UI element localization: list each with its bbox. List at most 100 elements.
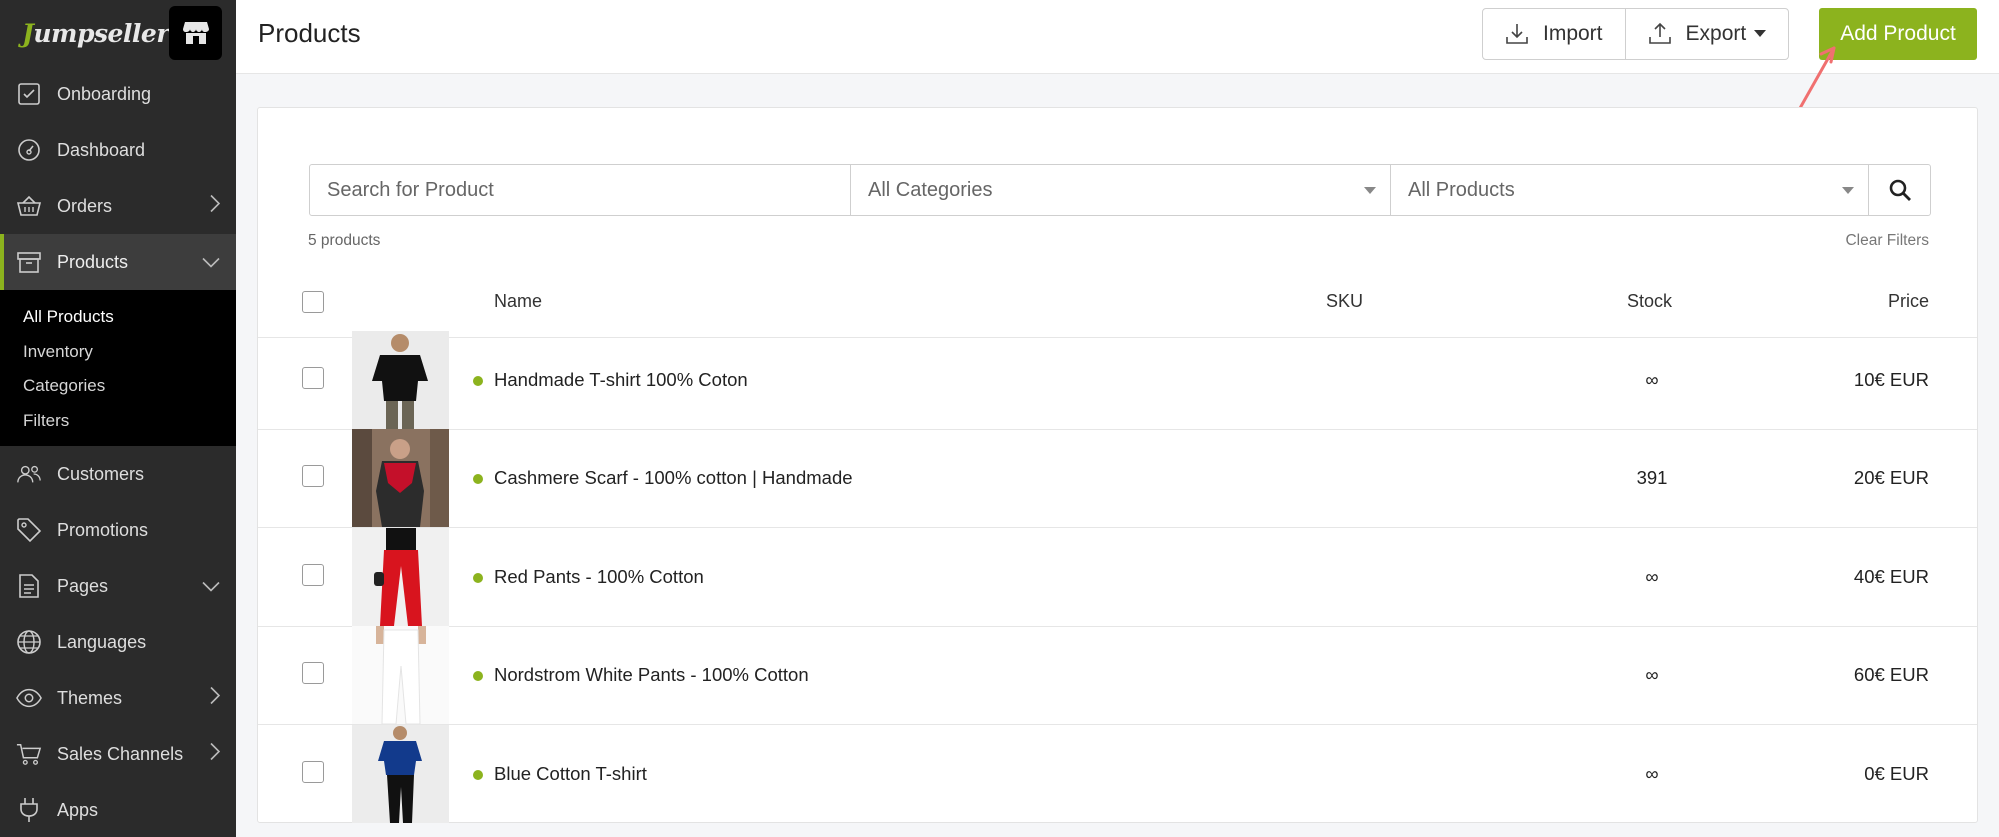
sidebar-item-orders[interactable]: Orders (0, 178, 236, 234)
filter-bar: Search for Product All Categories All Pr… (309, 164, 1931, 216)
users-icon (16, 461, 42, 487)
row-checkbox[interactable] (302, 367, 324, 389)
download-icon (1506, 24, 1528, 44)
row-checkbox[interactable] (302, 761, 324, 783)
add-product-button[interactable]: Add Product (1819, 8, 1977, 60)
sidebar-item-label: Apps (57, 799, 99, 820)
export-button[interactable]: Export (1624, 9, 1789, 59)
product-name[interactable]: Handmade T-shirt 100% Coton (494, 369, 748, 391)
product-name[interactable]: Nordstrom White Pants - 100% Cotton (494, 664, 809, 686)
cart-icon (16, 741, 42, 767)
clear-filters-link[interactable]: Clear Filters (1845, 232, 1929, 250)
product-name[interactable]: Cashmere Scarf - 100% cotton | Handmade (494, 467, 853, 489)
sidebar-item-dashboard[interactable]: Dashboard (0, 122, 236, 178)
sidebar-item-label: Languages (57, 631, 147, 652)
product-price: 60€ EUR (1853, 664, 1929, 685)
row-checkbox[interactable] (302, 662, 324, 684)
sidebar-item-sales-channels[interactable]: Sales Channels (0, 726, 236, 782)
product-thumbnail[interactable] (352, 725, 449, 823)
product-thumbnail[interactable] (352, 528, 449, 626)
basket-icon (16, 193, 42, 219)
store-icon (182, 22, 209, 44)
logo-text: umpseller (33, 18, 170, 48)
sidebar-item-apps[interactable]: Apps (0, 782, 236, 837)
product-thumbnail[interactable] (352, 626, 449, 724)
subnav-categories[interactable]: Categories (0, 369, 236, 404)
page-icon (16, 573, 42, 599)
export-label: Export (1685, 22, 1747, 45)
table-row[interactable]: Cashmere Scarf - 100% cotton | Handmade … (258, 429, 1977, 528)
subnav-all-products[interactable]: All Products (0, 300, 236, 335)
sidebar-item-label: Orders (57, 195, 113, 216)
product-price: 20€ EUR (1853, 467, 1929, 488)
sidebar-item-onboarding[interactable]: Onboarding (0, 66, 236, 122)
product-stock: ∞ (1645, 763, 1659, 784)
product-stock: ∞ (1645, 566, 1659, 587)
product-name[interactable]: Blue Cotton T-shirt (494, 763, 647, 785)
caret-down-icon (1842, 187, 1854, 194)
plug-icon (16, 797, 42, 823)
brand-logo[interactable]: Jumpseller (22, 18, 170, 48)
column-name-header[interactable]: Name (494, 291, 542, 312)
table-row[interactable]: Handmade T-shirt 100% Coton ∞ 10€ EUR (258, 331, 1977, 430)
sidebar-item-label: Pages (57, 575, 109, 596)
sidebar-item-promotions[interactable]: Promotions (0, 502, 236, 558)
product-price: 40€ EUR (1853, 566, 1929, 587)
sidebar-item-products[interactable]: Products (0, 234, 236, 290)
sidebar-item-pages[interactable]: Pages (0, 558, 236, 614)
sidebar-item-themes[interactable]: Themes (0, 670, 236, 726)
product-filter-select[interactable]: All Products (1390, 165, 1868, 215)
select-all-checkbox[interactable] (302, 291, 324, 313)
chevron-right-icon (210, 194, 221, 218)
chevron-right-icon (210, 686, 221, 710)
subnav-filters[interactable]: Filters (0, 404, 236, 439)
sidebar-item-label: Promotions (57, 519, 149, 540)
search-button[interactable] (1868, 165, 1930, 215)
sidebar-header: Jumpseller (0, 0, 236, 66)
product-stock: ∞ (1645, 369, 1659, 390)
chevron-down-icon (202, 576, 220, 597)
import-export-group: Import Export (1482, 8, 1790, 60)
product-stock: ∞ (1645, 664, 1659, 685)
products-subnav: All Products Inventory Categories Filter… (0, 290, 236, 446)
table-row[interactable]: Blue Cotton T-shirt ∞ 0€ EUR (258, 725, 1977, 824)
store-button[interactable] (169, 6, 222, 60)
category-select-value: All Categories (868, 178, 993, 201)
column-stock-header[interactable]: Stock (1627, 291, 1672, 312)
search-icon (1889, 179, 1911, 201)
table-row[interactable]: Nordstrom White Pants - 100% Cotton ∞ 60… (258, 626, 1977, 725)
sidebar-item-label: Onboarding (57, 83, 152, 104)
sidebar-item-label: Themes (57, 687, 123, 708)
row-checkbox[interactable] (302, 564, 324, 586)
import-button[interactable]: Import (1483, 9, 1625, 59)
product-price: 10€ EUR (1853, 369, 1929, 390)
sidebar-item-label: Sales Channels (57, 743, 184, 764)
table-row[interactable]: Red Pants - 100% Cotton ∞ 40€ EUR (258, 528, 1977, 627)
sidebar-item-label: Customers (57, 463, 145, 484)
logo-initial: J (22, 18, 34, 48)
product-thumbnail[interactable] (352, 429, 449, 527)
sidebar-item-customers[interactable]: Customers (0, 446, 236, 502)
product-price: 0€ EUR (1864, 763, 1929, 784)
caret-down-icon (1754, 30, 1767, 37)
sidebar-item-languages[interactable]: Languages (0, 614, 236, 670)
product-thumbnail[interactable] (352, 331, 449, 429)
row-checkbox[interactable] (302, 465, 324, 487)
sidebar-item-label: Dashboard (57, 139, 146, 160)
sidebar-item-label: Products (57, 251, 129, 272)
product-filter-value: All Products (1408, 178, 1515, 201)
upload-icon (1648, 22, 1671, 44)
product-count: 5 products (308, 232, 381, 249)
chevron-down-icon (202, 252, 220, 273)
column-sku-header[interactable]: SKU (1326, 291, 1363, 312)
subnav-inventory[interactable]: Inventory (0, 335, 236, 370)
search-input[interactable]: Search for Product (310, 165, 850, 215)
status-dot (473, 671, 483, 681)
caret-down-icon (1364, 187, 1376, 194)
products-card: Search for Product All Categories All Pr… (257, 107, 1978, 823)
import-label: Import (1543, 22, 1603, 45)
table-header: Name SKU Stock Price (258, 264, 1977, 338)
column-price-header[interactable]: Price (1888, 291, 1929, 312)
product-name[interactable]: Red Pants - 100% Cotton (494, 566, 704, 588)
category-select[interactable]: All Categories (850, 165, 1390, 215)
